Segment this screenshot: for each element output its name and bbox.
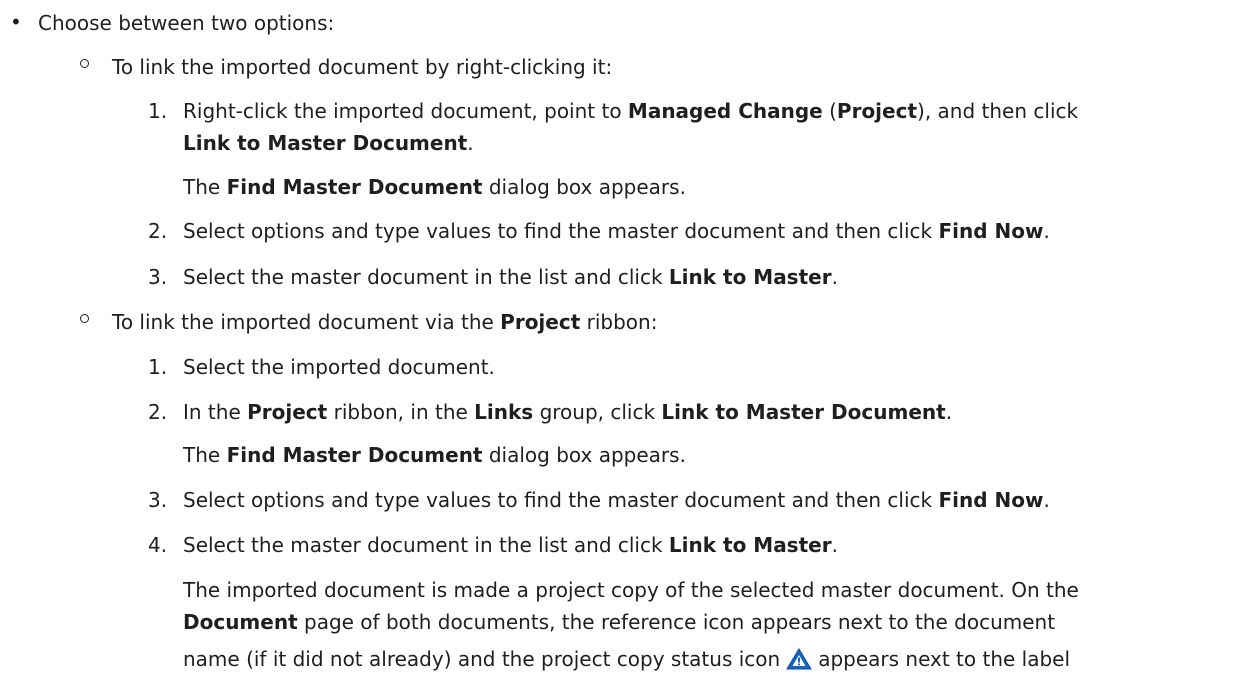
option2-step1-text: Select the imported document. (183, 355, 495, 379)
option1-step3-number: 3. (148, 265, 168, 289)
option2-step4-text: Select the master document in the list a… (183, 533, 838, 557)
bullet-disc-icon: • (10, 10, 22, 34)
option2-step2-number: 2. (148, 400, 168, 424)
option2-step1-number: 1. (148, 355, 168, 379)
option2-step3-text: Select options and type values to find t… (183, 488, 1050, 512)
option1-step3-text: Select the master document in the list a… (183, 265, 838, 289)
option2-step2-text: In the Project ribbon, in the Links grou… (183, 400, 953, 424)
option1-step2-number: 2. (148, 219, 168, 243)
option1-heading: To link the imported document by right-c… (112, 55, 613, 79)
intro-text: Choose between two options: (38, 11, 335, 35)
option1-step1-result: The Find Master Document dialog box appe… (183, 175, 686, 199)
result-line2: Document page of both documents, the ref… (183, 610, 1056, 634)
option1-step1-line1: Right-click the imported document, point… (183, 99, 1079, 123)
bullet-circle-icon (80, 314, 89, 323)
option2-step2-result: The Find Master Document dialog box appe… (183, 443, 686, 467)
project-copy-status-icon (786, 648, 813, 678)
option2-heading: To link the imported document via the Pr… (112, 310, 658, 334)
option1-step1-number: 1. (148, 99, 168, 123)
bullet-circle-icon (80, 59, 89, 68)
option2-step3-number: 3. (148, 488, 168, 512)
option1-step2-text: Select options and type values to find t… (183, 219, 1050, 243)
result-line3: name (if it did not already) and the pro… (183, 644, 1070, 678)
option2-step4-number: 4. (148, 533, 168, 557)
result-line1: The imported document is made a project … (183, 578, 1079, 602)
option1-step1-line2: Link to Master Document. (183, 131, 474, 155)
